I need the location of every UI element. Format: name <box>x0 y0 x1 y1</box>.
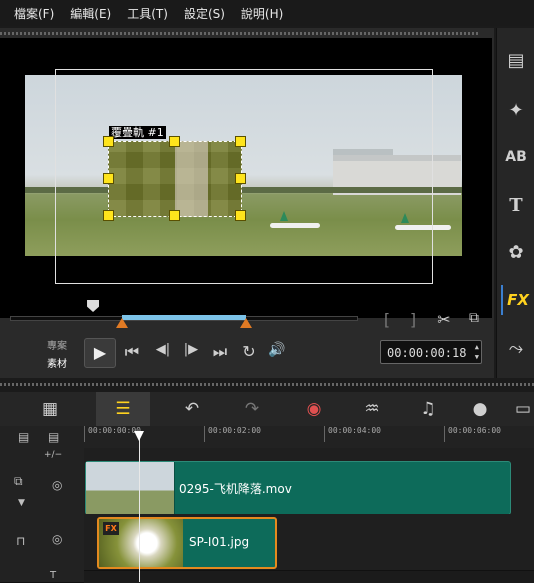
undo-icon[interactable]: ↶ <box>172 392 212 426</box>
ruler-tick: 00:00:00:00 <box>84 426 141 442</box>
add-remove-chapter-icon[interactable]: +/− <box>44 450 62 460</box>
instant-project-icon[interactable]: ✦ <box>501 96 531 126</box>
resize-handle-bottom-right[interactable] <box>235 210 246 221</box>
fx-badge: FX <box>103 522 119 535</box>
timecode-value: 00:00:00:18 <box>387 346 467 360</box>
fx-filter-icon[interactable]: FX <box>501 285 533 315</box>
timeline-toolbar: ▦ ☰ ↶ ↷ ◉ ♒ ♫ ● ▭ <box>0 392 534 426</box>
next-frame-button[interactable]: |▶ <box>180 342 202 357</box>
title-track-icon[interactable]: T <box>50 570 56 581</box>
clip-thumbnail <box>86 462 175 514</box>
mode-clip[interactable]: 素材 <box>47 355 67 370</box>
repeat-button[interactable]: ↻ <box>238 342 260 361</box>
clip-filename: 0295-飞机降落.mov <box>179 482 292 496</box>
video-clip[interactable]: 0295-飞机降落.mov <box>85 461 511 515</box>
split-clip-button[interactable]: ✂ <box>434 310 454 329</box>
resize-handle-bottom[interactable] <box>169 210 180 221</box>
volume-button[interactable]: 🔊 <box>266 342 288 358</box>
timeline-splitter[interactable] <box>0 380 534 390</box>
menu-bar: 檔案(F) 編輯(E) 工具(T) 設定(S) 說明(H) <box>0 0 534 26</box>
overlay-track-label: 覆疊軌 #1 <box>109 126 166 139</box>
timeline-ruler[interactable]: 00:00:00:00 00:00:02:00 00:00:04:00 00:0… <box>84 426 534 449</box>
timecode-down-icon[interactable]: ▼ <box>475 353 479 362</box>
graphic-icon[interactable]: ✿ <box>501 238 531 268</box>
trim-out-marker[interactable] <box>240 318 252 328</box>
ruler-tick: 00:00:02:00 <box>204 426 261 442</box>
overlay-clip[interactable]: FX SP-I01.jpg <box>97 517 277 569</box>
timecode-up-icon[interactable]: ▲ <box>475 343 479 352</box>
resize-handle-top[interactable] <box>169 136 180 147</box>
sound-mixer-icon[interactable]: ♒ <box>352 392 392 426</box>
preview-viewport[interactable] <box>0 38 492 318</box>
mark-out-button[interactable]: ] <box>406 310 420 329</box>
resize-handle-top-left[interactable] <box>103 136 114 147</box>
ruler-tick: 00:00:06:00 <box>444 426 501 442</box>
record-capture-icon[interactable]: ◉ <box>294 392 334 426</box>
ruler-tick: 00:00:04:00 <box>324 426 381 442</box>
subtitle-icon[interactable]: ▭ <box>512 392 534 426</box>
video-track-icon[interactable]: ◎ <box>52 478 62 492</box>
overlay-image-bounding-box[interactable] <box>108 141 242 217</box>
title-track-header: T <box>0 570 84 583</box>
redo-icon[interactable]: ↷ <box>232 392 272 426</box>
media-library-icon[interactable]: ▤ <box>501 46 531 76</box>
track-manager-icon[interactable]: ▤ <box>48 430 59 444</box>
timeline-view-icon[interactable]: ☰ <box>96 392 150 426</box>
menu-edit[interactable]: 編輯(E) <box>70 5 111 22</box>
resize-handle-left[interactable] <box>103 173 114 184</box>
motion-tracking-icon[interactable]: ● <box>460 392 500 426</box>
play-button[interactable]: ▶ <box>84 338 116 368</box>
resize-handle-right[interactable] <box>235 173 246 184</box>
menu-settings[interactable]: 設定(S) <box>184 5 225 22</box>
mark-in-button[interactable]: [ <box>380 310 394 329</box>
show-all-tracks-icon[interactable]: ▤ <box>18 430 29 444</box>
end-button[interactable]: ⏭ <box>210 342 230 362</box>
home-button[interactable]: ⏮ <box>122 342 142 362</box>
previous-frame-button[interactable]: ◀| <box>152 342 174 357</box>
clip-filename: SP-I01.jpg <box>189 535 250 549</box>
menu-file[interactable]: 檔案(F) <box>14 5 54 22</box>
preview-panel: 覆疊軌 #1 專案 素材 ▶ ⏮ ◀| |▶ ⏭ ↻ 🔊 [ ] ✂ ⧉ 00:… <box>0 28 494 378</box>
overlay-track-icon[interactable]: ◎ <box>52 532 62 546</box>
resize-handle-top-right[interactable] <box>235 136 246 147</box>
menu-tools[interactable]: 工具(T) <box>127 5 168 22</box>
auto-music-icon[interactable]: ♫ <box>408 392 448 426</box>
timeline-header-controls: ▤ ▤ <box>0 426 84 449</box>
playhead-line <box>139 438 140 582</box>
ripple-edit-icon[interactable]: ⧉ <box>14 474 23 489</box>
text-t-icon[interactable]: T <box>501 191 531 221</box>
resize-handle-bottom-left[interactable] <box>103 210 114 221</box>
timecode-display[interactable]: 00:00:00:18 ▲ ▼ <box>380 340 482 364</box>
trim-range <box>122 315 246 320</box>
trim-in-marker[interactable] <box>116 318 128 328</box>
overlay-track-header: ⊓ ◎ <box>0 514 84 571</box>
menu-help[interactable]: 說明(H) <box>241 5 283 22</box>
library-tab-bar: ▤ ✦ AB T ✿ FX ⤳ <box>496 28 534 378</box>
lock-icon[interactable]: ⊓ <box>16 534 25 548</box>
video-track-header: +/− ⧉ ◎ ▼ <box>0 448 84 515</box>
storyboard-view-icon[interactable]: ▦ <box>30 392 70 426</box>
title-ab-icon[interactable]: AB <box>501 142 531 172</box>
mode-project[interactable]: 專案 <box>47 337 67 352</box>
chevron-down-icon[interactable]: ▼ <box>18 498 25 508</box>
panel-grip[interactable] <box>0 32 480 35</box>
path-motion-icon[interactable]: ⤳ <box>501 334 531 364</box>
enlarge-preview-icon[interactable]: ⧉ <box>464 310 484 326</box>
